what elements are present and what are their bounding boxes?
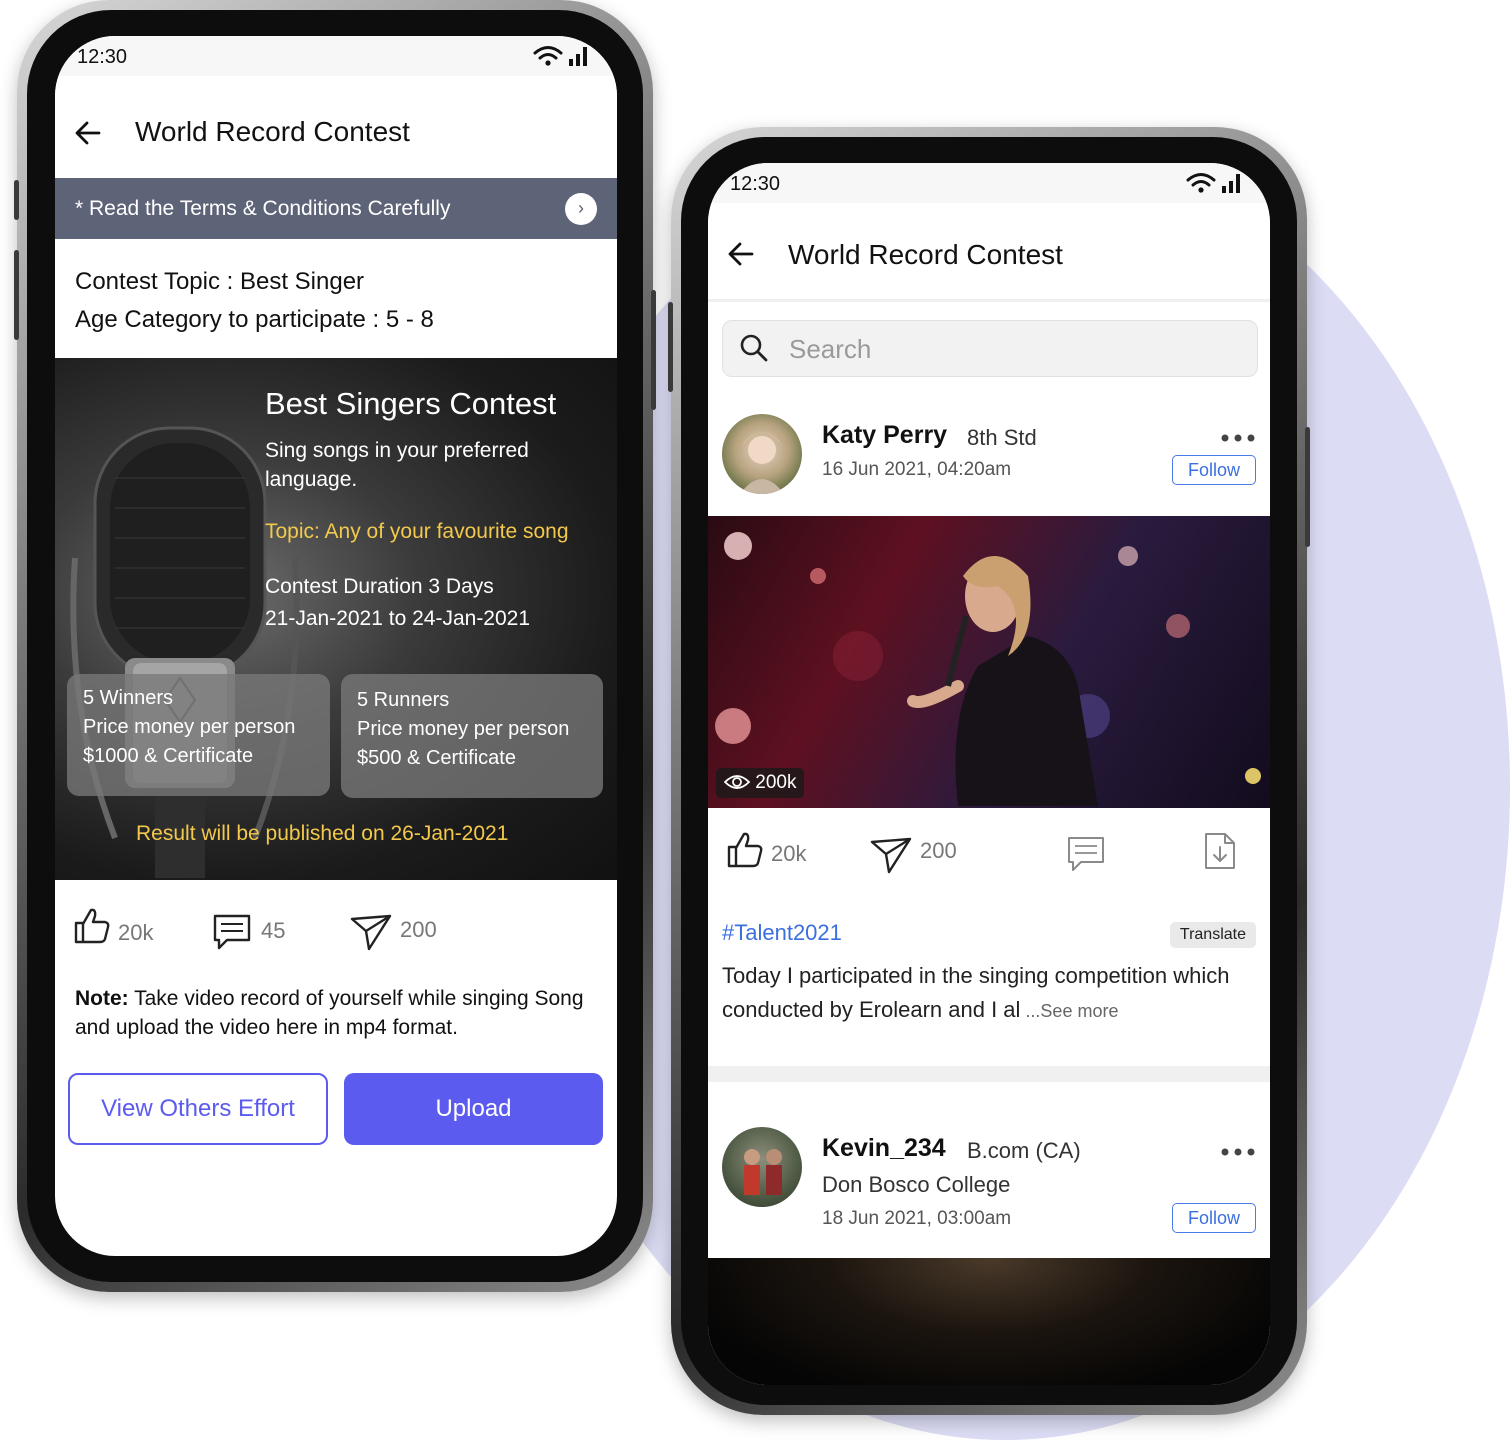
comment-icon[interactable] (1066, 834, 1106, 874)
wifi-icon (533, 46, 563, 66)
upload-note: Note: Take video record of yourself whil… (75, 984, 605, 1042)
terms-text: * Read the Terms & Conditions Carefully (75, 197, 451, 220)
post-author-grade: 8th Std (967, 425, 1037, 450)
like-icon[interactable] (72, 905, 112, 945)
search-field[interactable]: Search (722, 320, 1258, 377)
avatar[interactable] (722, 414, 802, 494)
status-bar: 12:30 (55, 36, 617, 76)
banner-duration: Contest Duration 3 Days (265, 575, 494, 598)
runners-title: 5 Runners (357, 689, 450, 711)
app-bar: World Record Contest (55, 76, 617, 176)
back-arrow-icon[interactable] (726, 239, 756, 269)
post-author-name[interactable]: Katy Perry (822, 421, 947, 450)
post-media[interactable] (708, 1258, 1270, 1385)
left-phone-screen: 12:30 World Record Contest * Read the Te… (55, 36, 617, 1256)
view-others-effort-button[interactable]: View Others Effort (68, 1073, 328, 1145)
runners-subtitle: Price money per person (357, 718, 570, 740)
search-icon (740, 334, 768, 362)
see-more-link[interactable]: ...See more (1020, 1001, 1118, 1021)
share-icon[interactable] (870, 836, 912, 874)
terms-banner[interactable]: * Read the Terms & Conditions Carefully … (55, 178, 617, 239)
upload-button[interactable]: Upload (344, 1073, 603, 1145)
translate-button[interactable]: Translate (1169, 922, 1256, 948)
download-icon[interactable] (1203, 831, 1237, 871)
like-count: 20k (118, 920, 154, 945)
comment-icon[interactable] (212, 912, 252, 952)
like-icon[interactable] (725, 829, 765, 869)
app-bar: World Record Contest (708, 203, 1270, 302)
post-divider (708, 1066, 1270, 1082)
post-author-name[interactable]: Kevin_234 (822, 1134, 946, 1163)
note-text: Take video record of yourself while sing… (75, 987, 584, 1039)
runners-prize: $500 & Certificate (357, 747, 516, 769)
status-bar: 12:30 (708, 163, 1270, 203)
comment-count: 45 (261, 918, 286, 943)
share-count: 200 (400, 917, 437, 942)
like-count: 20k (771, 841, 807, 866)
share-count: 200 (920, 838, 957, 863)
post-date: 16 Jun 2021, 04:20am (822, 459, 1012, 480)
page-title: World Record Contest (135, 116, 410, 147)
note-label: Note: (75, 987, 129, 1010)
banner-subtitle: Sing songs in your preferred language. (265, 439, 529, 491)
banner-heading: Best Singers Contest (265, 386, 557, 421)
post-author-grade: B.com (CA) (967, 1138, 1081, 1163)
winners-subtitle: Price money per person (83, 716, 296, 738)
post-author-college: Don Bosco College (822, 1172, 1011, 1197)
singer-photo (715, 532, 1261, 806)
search-placeholder: Search (789, 334, 872, 364)
follow-button[interactable]: Follow (1172, 455, 1256, 485)
winners-prize: $1000 & Certificate (83, 745, 254, 767)
age-category: Age Category to participate : 5 - 8 (75, 306, 434, 333)
winners-card: 5 Winners Price money per person $1000 &… (67, 674, 330, 796)
contest-banner: Best Singers Contest Sing songs in your … (55, 358, 617, 880)
runners-card: 5 Runners Price money per person $500 & … (341, 674, 603, 798)
contest-topic: Contest Topic : Best Singer (75, 268, 365, 295)
post-hashtag[interactable]: #Talent2021 (722, 920, 842, 946)
eye-icon (723, 775, 751, 789)
chevron-right-icon[interactable]: › (565, 193, 597, 225)
status-time: 12:30 (77, 46, 128, 68)
back-arrow-icon[interactable] (73, 118, 103, 148)
right-phone-screen: 12:30 World Record Contest Search Katy P… (708, 163, 1270, 1385)
banner-dates: 21-Jan-2021 to 24-Jan-2021 (265, 607, 531, 630)
signal-icon (569, 47, 587, 66)
winners-title: 5 Winners (83, 687, 174, 709)
more-options-icon[interactable] (1220, 433, 1256, 443)
caption-text: Today I participated in the singing comp… (722, 963, 1230, 1022)
banner-topic: Topic: Any of your favourite song (265, 520, 569, 543)
signal-icon (1222, 174, 1240, 193)
view-count: 200k (755, 772, 797, 793)
more-options-icon[interactable] (1220, 1147, 1256, 1157)
post-caption: Today I participated in the singing comp… (722, 959, 1252, 1028)
post-date: 18 Jun 2021, 03:00am (822, 1208, 1012, 1229)
status-time: 12:30 (730, 173, 781, 195)
page-title: World Record Contest (788, 239, 1063, 270)
share-icon[interactable] (350, 913, 392, 951)
view-count-badge: 200k (716, 768, 805, 798)
result-date: Result will be published on 26-Jan-2021 (136, 822, 509, 845)
post-media[interactable]: 200k (708, 516, 1270, 808)
avatar[interactable] (722, 1127, 802, 1207)
follow-button[interactable]: Follow (1172, 1203, 1256, 1233)
wifi-icon (1186, 173, 1216, 193)
